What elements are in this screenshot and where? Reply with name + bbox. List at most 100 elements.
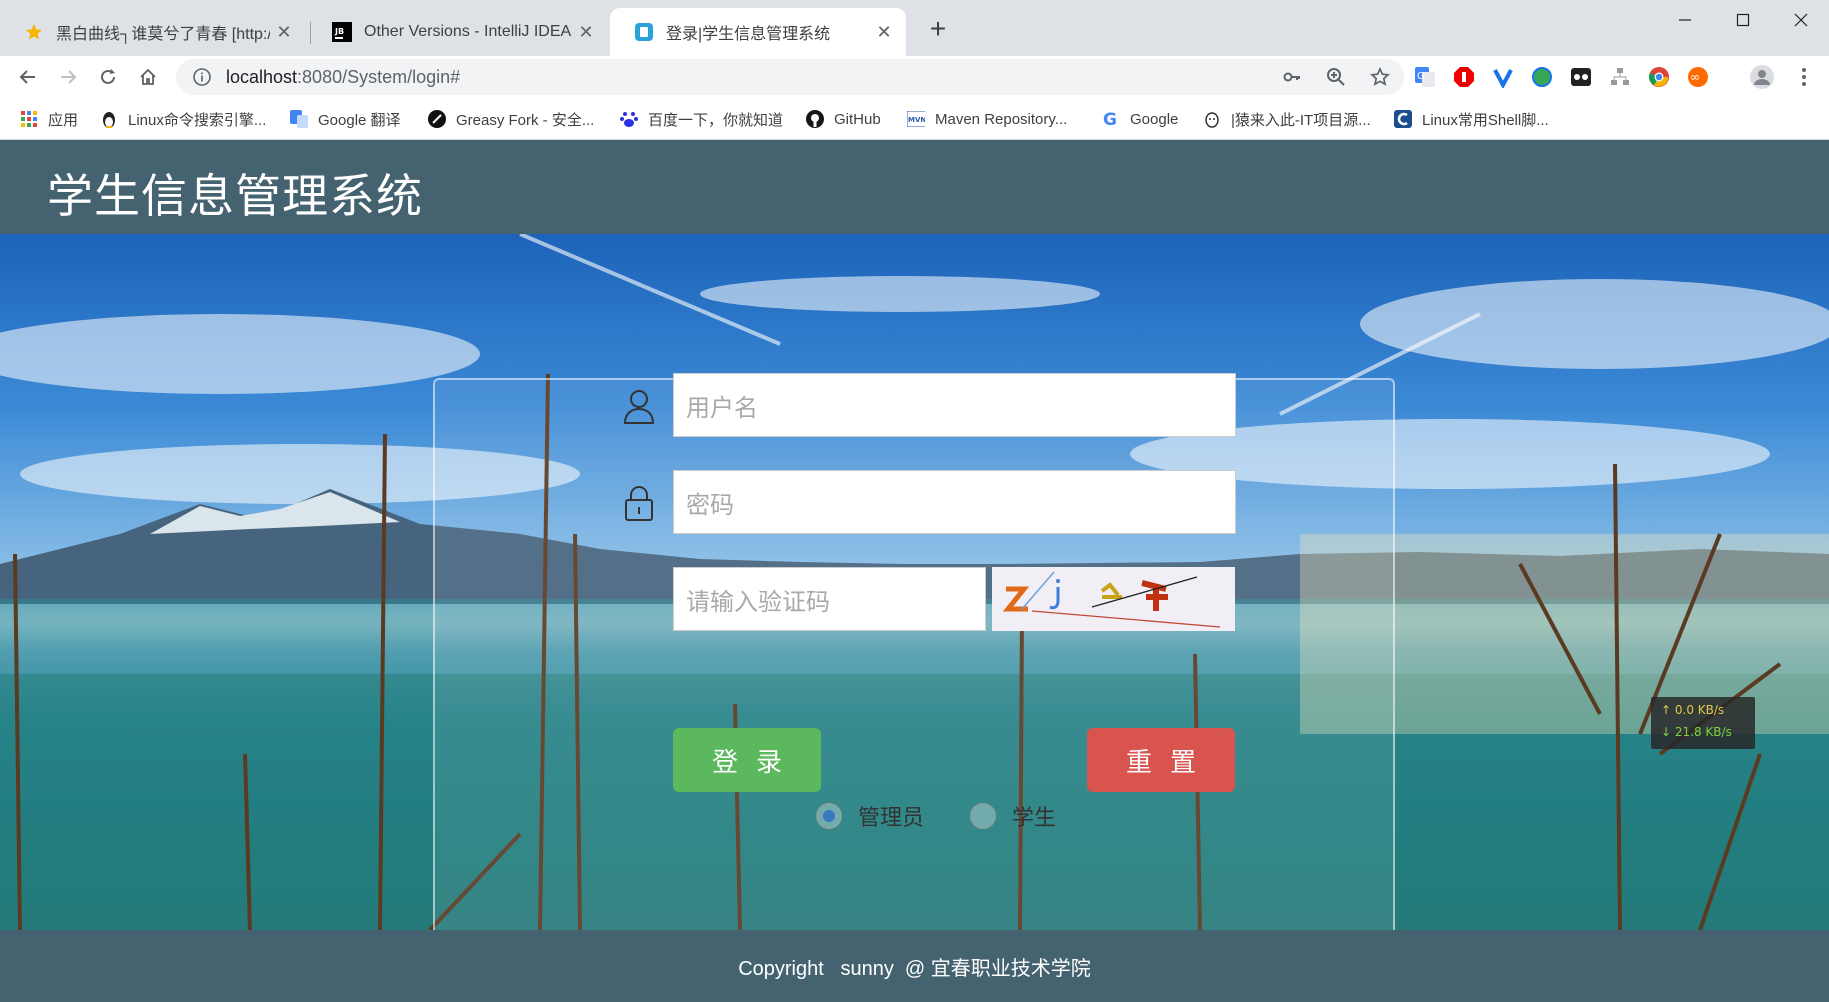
minimize-window-icon[interactable] — [1657, 0, 1713, 40]
svg-text:∞: ∞ — [1690, 70, 1700, 84]
key-icon[interactable] — [1280, 65, 1304, 89]
zoom-icon[interactable] — [1324, 65, 1348, 89]
bookmark-label: 应用 — [48, 111, 79, 129]
bookmark-star-icon[interactable] — [1368, 65, 1392, 89]
bookmark-label: Greasy Fork - 安全... — [456, 111, 595, 129]
browser-toolbar: localhost:8080/System/login# G ∞ — [0, 56, 1829, 98]
bookmark-google-translate[interactable]: Google 翻译 — [290, 107, 401, 131]
svg-text:JB: JB — [334, 27, 344, 36]
address-bar[interactable]: localhost:8080/System/login# — [176, 59, 1404, 95]
translate-extension-icon[interactable]: G — [1413, 65, 1437, 89]
bookmark-label: |猿来入此-IT项目源... — [1231, 111, 1371, 129]
close-tab-icon[interactable]: ✕ — [870, 22, 898, 43]
site-favicon-icon — [634, 22, 654, 42]
monkey-icon — [1203, 110, 1221, 128]
upload-speed: ↑ 0.0 KB/s — [1661, 703, 1725, 717]
admin-label: 管理员 — [858, 806, 925, 831]
tab-title: 登录|学生信息管理系统 — [666, 26, 831, 43]
star-favicon-icon — [24, 22, 44, 42]
profile-avatar-icon[interactable] — [1748, 63, 1776, 91]
site-info-icon[interactable] — [192, 67, 212, 87]
captcha-input[interactable]: 请输入验证码 — [673, 567, 986, 631]
bookmark-linux-search[interactable]: Linux命令搜索引擎... — [100, 107, 266, 131]
globe-extension-icon[interactable] — [1530, 65, 1554, 89]
role-selector: 管理员 学生 — [816, 800, 1056, 832]
c-logo-icon — [1394, 110, 1412, 128]
reset-button[interactable]: 重置 — [1087, 728, 1235, 792]
v-extension-icon[interactable] — [1491, 65, 1515, 89]
home-icon[interactable] — [134, 63, 162, 91]
network-extension-icon[interactable] — [1608, 65, 1632, 89]
apps-grid-icon — [20, 110, 38, 128]
username-input[interactable]: 用户名 — [673, 373, 1236, 437]
github-icon — [806, 110, 824, 128]
infinity-extension-icon[interactable]: ∞ — [1686, 65, 1710, 89]
bookmark-label: Maven Repository... — [935, 110, 1068, 128]
close-window-icon[interactable] — [1773, 0, 1829, 40]
bookmark-label: GitHub — [834, 110, 881, 128]
baidu-paw-icon — [620, 110, 638, 128]
bookmark-google[interactable]: G Google — [1102, 107, 1178, 131]
bookmark-apps[interactable]: 应用 — [20, 107, 78, 131]
bookmark-github[interactable]: GitHub — [806, 107, 881, 131]
svg-text:G: G — [1417, 71, 1425, 82]
bookmark-greasyfork[interactable]: Greasy Fork - 安全... — [428, 107, 594, 131]
url-text: localhost:8080/System/login# — [226, 67, 460, 88]
web-page: 学生信息管理系统 用户名 密码 请输入验证码 管理员 学生 登录 重置 ↑ 0.… — [0, 140, 1829, 1002]
svg-text:MVN: MVN — [908, 116, 925, 124]
download-speed: ↓ 21.8 KB/s — [1661, 725, 1732, 739]
upload-arrow-icon: ↑ — [1661, 703, 1675, 717]
download-arrow-icon: ↓ — [1661, 725, 1675, 739]
password-input[interactable]: 密码 — [673, 470, 1236, 534]
lock-icon — [625, 486, 653, 521]
adblock-extension-icon[interactable] — [1452, 65, 1476, 89]
bookmark-yuanlai[interactable]: |猿来入此-IT项目源... — [1203, 107, 1371, 131]
greasyfork-icon — [428, 110, 446, 128]
chrome-extension-icon[interactable] — [1647, 65, 1671, 89]
user-icon — [623, 390, 655, 424]
bookmark-label: Linux常用Shell脚... — [1422, 111, 1549, 129]
bookmark-baidu[interactable]: 百度一下，你就知道 — [620, 107, 783, 131]
radio-selected-dot — [823, 810, 835, 822]
browser-tab-strip: 黑白曲线┐谁莫兮了青春 [http:// ✕ JB Other Versions… — [0, 0, 1829, 56]
forward-arrow-icon[interactable] — [54, 63, 82, 91]
site-header: 学生信息管理系统 — [0, 140, 1829, 234]
back-arrow-icon[interactable] — [14, 63, 42, 91]
menu-kebab-icon[interactable] — [1792, 65, 1816, 89]
penguin-icon — [100, 110, 118, 128]
close-tab-icon[interactable]: ✕ — [270, 22, 298, 43]
svg-text:G: G — [1103, 110, 1117, 128]
tab-2[interactable]: JB Other Versions - IntelliJ IDEA ✕ — [308, 8, 608, 56]
captcha-image[interactable] — [992, 567, 1235, 631]
pirate-extension-icon[interactable] — [1569, 65, 1593, 89]
close-tab-icon[interactable]: ✕ — [572, 22, 600, 43]
tab-3-active[interactable]: 登录|学生信息管理系统 ✕ — [610, 8, 906, 56]
tab-1[interactable]: 黑白曲线┐谁莫兮了青春 [http:// ✕ — [0, 8, 306, 56]
network-speed-widget: ↑ 0.0 KB/s ↓ 21.8 KB/s — [1651, 697, 1755, 749]
student-label: 学生 — [1012, 806, 1057, 831]
copyright-text: Copyright sunny @ 宜春职业技术学院 — [738, 957, 1091, 980]
login-panel — [433, 378, 1395, 930]
bookmark-label: Linux命令搜索引擎... — [128, 111, 267, 129]
bookmark-linux-shell[interactable]: Linux常用Shell脚... — [1394, 107, 1549, 131]
bookmarks-bar: 应用 Linux命令搜索引擎... Google 翻译 Greasy Fork … — [0, 98, 1829, 140]
tab-title: Other Versions - IntelliJ IDEA — [364, 23, 572, 40]
bookmark-maven[interactable]: MVN Maven Repository... — [907, 107, 1067, 131]
username-placeholder: 用户名 — [686, 393, 758, 422]
jetbrains-favicon-icon: JB — [332, 22, 352, 42]
site-title: 学生信息管理系统 — [47, 170, 423, 222]
maven-icon: MVN — [907, 110, 925, 128]
bookmark-label: 百度一下，你就知道 — [648, 111, 784, 129]
google-g-icon: G — [1102, 110, 1120, 128]
site-footer: Copyright sunny @ 宜春职业技术学院 — [0, 930, 1829, 1002]
tab-title: 黑白曲线┐谁莫兮了青春 [http:// — [56, 26, 270, 43]
login-button[interactable]: 登录 — [673, 728, 821, 792]
password-placeholder: 密码 — [686, 490, 734, 519]
url-host: localhost — [226, 66, 298, 87]
url-path: :8080/System/login# — [297, 66, 461, 87]
maximize-window-icon[interactable] — [1715, 0, 1771, 40]
reload-icon[interactable] — [94, 63, 122, 91]
admin-radio[interactable] — [816, 803, 842, 829]
student-radio[interactable] — [970, 803, 997, 829]
new-tab-button[interactable]: + — [922, 14, 954, 46]
